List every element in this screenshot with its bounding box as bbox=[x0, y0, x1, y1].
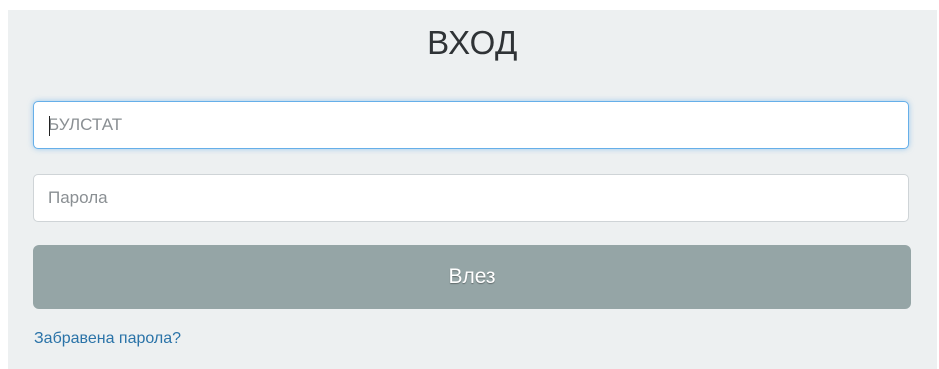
login-button[interactable]: Влез bbox=[33, 245, 911, 309]
forgot-password-link[interactable]: Забравена парола? bbox=[34, 330, 181, 348]
login-title: ВХОД bbox=[427, 24, 518, 61]
password-input[interactable] bbox=[33, 174, 909, 222]
login-panel: ВХОД Влез Забравена парола? bbox=[8, 10, 937, 369]
text-caret bbox=[49, 116, 50, 136]
bulstat-input[interactable] bbox=[33, 101, 909, 149]
